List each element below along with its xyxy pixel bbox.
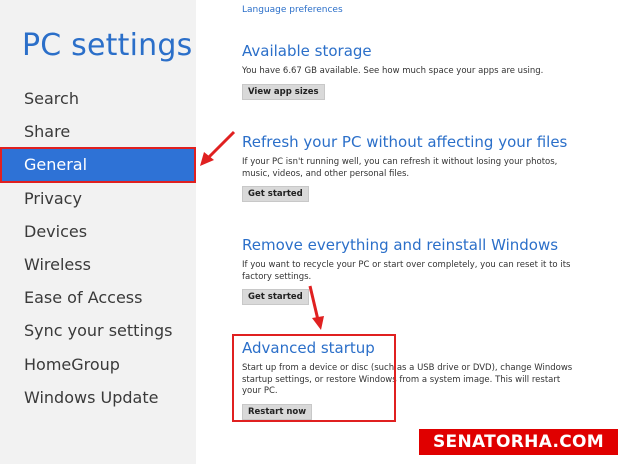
- sidebar-item-ease-of-access[interactable]: Ease of Access: [0, 281, 196, 314]
- language-preferences-link[interactable]: Language preferences: [242, 5, 343, 15]
- restart-now-button[interactable]: Restart now: [242, 403, 313, 420]
- section-description: If your PC isn't running well, you can r…: [242, 157, 558, 179]
- reset-pc-section: Remove everything and reinstall Windows …: [242, 236, 582, 305]
- view-app-sizes-button[interactable]: View app sizes: [242, 83, 325, 100]
- watermark-badge: SENATORHA.COM: [417, 427, 620, 457]
- sidebar-item-sync-settings[interactable]: Sync your settings: [0, 314, 196, 347]
- refresh-pc-section: Refresh your PC without affecting your f…: [242, 133, 582, 202]
- available-storage-section: Available storage You have 6.67 GB avail…: [242, 42, 582, 100]
- section-heading: Advanced startup: [242, 339, 375, 357]
- main-content: Language preferences Available storage Y…: [196, 0, 620, 464]
- sidebar-item-share[interactable]: Share: [0, 115, 196, 148]
- reset-get-started-button[interactable]: Get started: [242, 289, 309, 305]
- sidebar-nav: Search Share General Privacy Devices Wir…: [0, 82, 196, 414]
- advanced-startup-section: Advanced startup Start up from a device …: [242, 339, 582, 420]
- section-heading: Remove everything and reinstall Windows: [242, 236, 559, 254]
- sidebar-item-windows-update[interactable]: Windows Update: [0, 381, 196, 414]
- section-description: You have 6.67 GB available. See how much…: [242, 66, 544, 76]
- section-heading: Available storage: [242, 42, 372, 60]
- sidebar-item-privacy[interactable]: Privacy: [0, 182, 196, 215]
- sidebar-item-search[interactable]: Search: [0, 82, 196, 115]
- refresh-get-started-button[interactable]: Get started: [242, 186, 309, 202]
- sidebar-item-homegroup[interactable]: HomeGroup: [0, 348, 196, 381]
- sidebar-item-devices[interactable]: Devices: [0, 215, 196, 248]
- sidebar-item-general[interactable]: General: [0, 147, 196, 183]
- pc-settings-window: PC settings Search Share General Privacy…: [0, 0, 620, 464]
- section-description: Start up from a device or disc (such as …: [242, 363, 573, 396]
- section-description: If you want to recycle your PC or start …: [242, 260, 571, 282]
- section-heading: Refresh your PC without affecting your f…: [242, 133, 568, 151]
- sidebar: PC settings Search Share General Privacy…: [0, 0, 196, 464]
- sidebar-item-wireless[interactable]: Wireless: [0, 248, 196, 281]
- page-title: PC settings: [22, 28, 193, 63]
